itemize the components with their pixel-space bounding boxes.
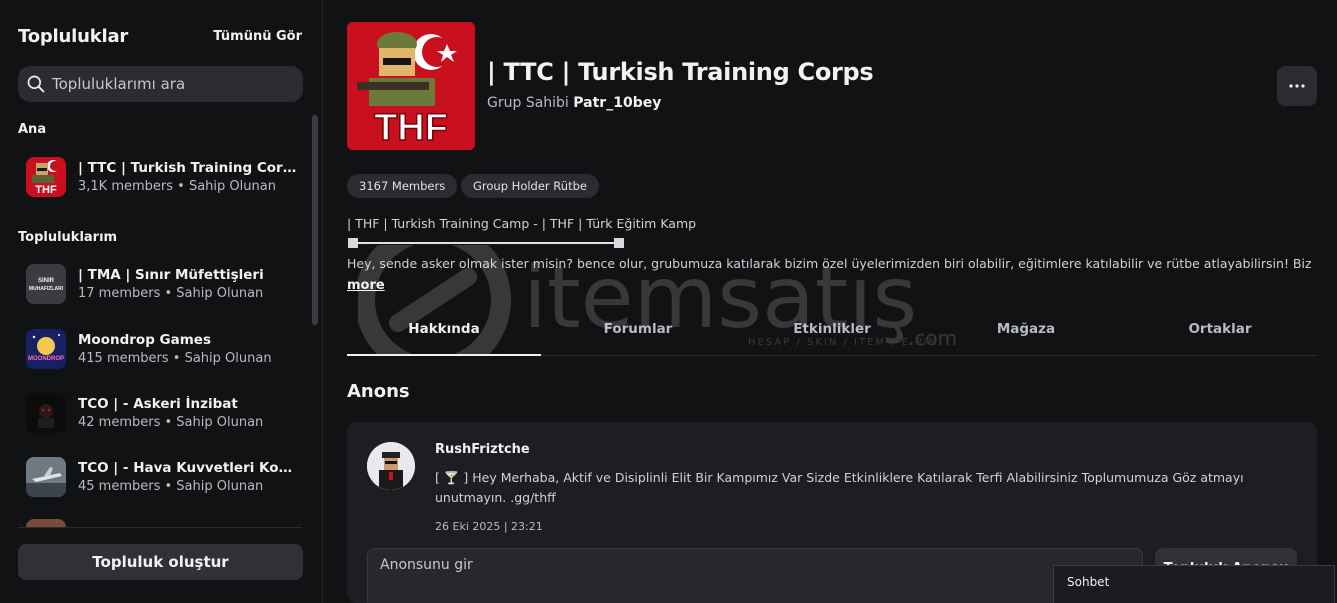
community-thumbnail	[26, 457, 66, 497]
tab-affiliates[interactable]: Ortaklar	[1123, 308, 1317, 355]
avatar[interactable]	[367, 442, 415, 490]
post-author[interactable]: RushFriztche	[435, 442, 530, 457]
svg-text:MOONDROP: MOONDROP	[28, 356, 64, 362]
description-line: | THF | Turkish Training Camp - | THF | …	[347, 216, 697, 231]
main-content: THF | TTC | Turkish Training Corps Grup …	[324, 0, 1337, 603]
group-logo: THF	[347, 22, 475, 150]
search-input[interactable]	[52, 75, 282, 93]
rank-badge: Group Holder Rütbe	[461, 174, 599, 198]
community-name: TCO | - Hava Kuvvetleri Komuta...	[78, 460, 300, 476]
sidebar-scrollbar[interactable]	[312, 115, 318, 325]
section-main-label: Ana	[18, 122, 47, 137]
community-thumbnail	[26, 393, 66, 433]
community-meta: 3,1K members • Sahip Olunan	[78, 179, 276, 194]
community-meta: 17 members • Sahip Olunan	[78, 286, 264, 301]
divider	[18, 527, 302, 528]
tab-forums[interactable]: Forumlar	[541, 308, 735, 355]
community-thumbnail: SINIR MUHAFIZLARI	[26, 264, 66, 304]
community-name: Moondrop Games	[78, 332, 212, 348]
svg-text:SINIR: SINIR	[38, 278, 55, 284]
community-meta: 42 members • Sahip Olunan	[78, 415, 264, 430]
owner-label: Grup Sahibi	[487, 95, 569, 111]
search-icon	[27, 75, 45, 93]
sidebar-item-partial[interactable]	[26, 519, 306, 527]
tab-about[interactable]: Hakkında	[347, 308, 541, 356]
tab-store[interactable]: Mağaza	[929, 308, 1123, 355]
community-meta: 45 members • Sahip Olunan	[78, 479, 264, 494]
community-thumbnail: THF	[26, 157, 66, 197]
group-tabs: Hakkında Forumlar Etkinlikler Mağaza Ort…	[347, 308, 1317, 356]
announcement-input[interactable]	[367, 548, 1143, 603]
sidebar-item-ttc[interactable]: THF | TTC | Turkish Training Corps 3,1K …	[26, 155, 306, 199]
sidebar-item-moondrop[interactable]: MOONDROP Moondrop Games 415 members • Sa…	[26, 327, 306, 371]
owner-name[interactable]: Patr_10bey	[573, 95, 661, 111]
community-thumbnail: MOONDROP	[26, 329, 66, 369]
sidebar-title: Topluluklar	[18, 26, 129, 47]
sidebar-header: Topluluklar Tümünü Gör	[18, 26, 302, 47]
community-search[interactable]	[18, 66, 303, 102]
description-divider	[348, 238, 624, 248]
see-all-link[interactable]: Tümünü Gör	[213, 29, 302, 44]
announcement-heading: Anons	[347, 381, 410, 402]
community-name: | TTC | Turkish Training Corps	[78, 160, 300, 176]
community-name: | TMA | Sınır Müfettişleri	[78, 267, 264, 283]
group-owner: Grup Sahibi Patr_10bey	[487, 95, 661, 111]
community-thumbnail	[26, 519, 66, 527]
description-body: Hey, sende asker olmak ister misin? benc…	[347, 256, 1312, 271]
ellipsis-icon	[1289, 84, 1305, 88]
svg-text:MUHAFIZLARI: MUHAFIZLARI	[29, 286, 64, 292]
community-name: TCO | - Askeri İnzibat	[78, 396, 238, 412]
sidebar-item-tma[interactable]: SINIR MUHAFIZLARI | TMA | Sınır Müfettiş…	[26, 262, 306, 306]
create-community-button[interactable]: Topluluk oluştur	[18, 544, 303, 580]
sidebar: Topluluklar Tümünü Gör Ana THF | TTC | T…	[0, 0, 323, 603]
sidebar-item-hava-kuvvetleri[interactable]: TCO | - Hava Kuvvetleri Komuta... 45 mem…	[26, 455, 306, 499]
logo-text: THF	[374, 107, 448, 149]
chat-bar[interactable]: Sohbet	[1053, 565, 1335, 603]
more-options-button[interactable]	[1277, 66, 1317, 106]
section-mine-label: Topluluklarım	[18, 230, 118, 245]
group-title: | TTC | Turkish Training Corps	[487, 58, 874, 86]
svg-text:THF: THF	[35, 184, 57, 196]
more-link[interactable]: more	[347, 278, 385, 293]
post-body: [ 🍸 ] Hey Merhaba, Aktif ve Disiplinli E…	[435, 470, 1244, 505]
tab-events[interactable]: Etkinlikler	[735, 308, 929, 355]
sidebar-item-askeri-inzibat[interactable]: TCO | - Askeri İnzibat 42 members • Sahi…	[26, 391, 306, 435]
members-badge[interactable]: 3167 Members	[347, 174, 458, 198]
post-timestamp: 26 Eki 2025 | 23:21	[435, 520, 543, 533]
community-meta: 415 members • Sahip Olunan	[78, 351, 272, 366]
